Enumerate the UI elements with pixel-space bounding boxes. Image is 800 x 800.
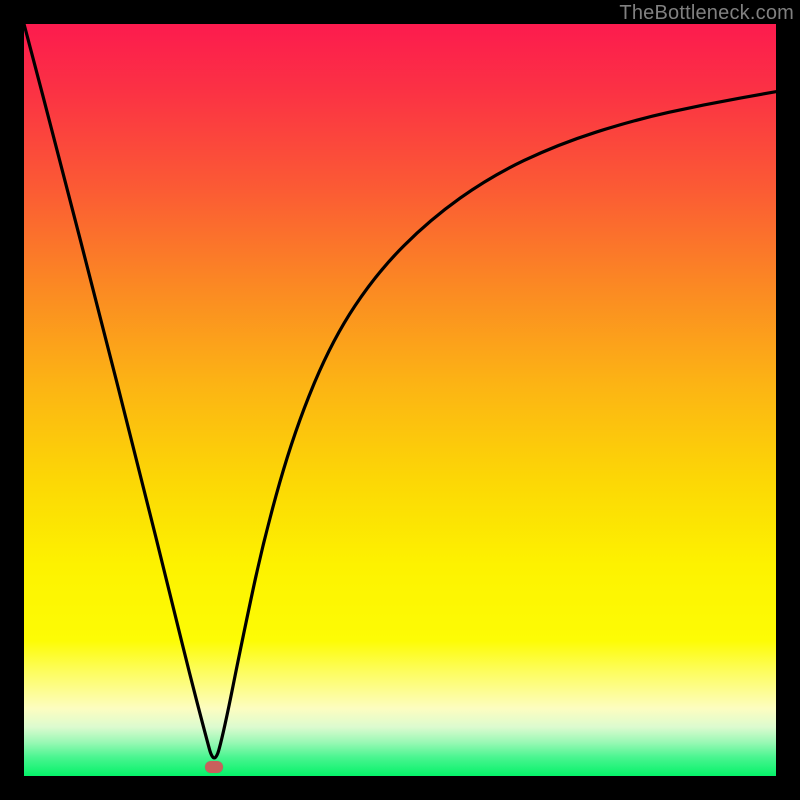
bottleneck-curve [24, 24, 776, 776]
plot-area [24, 24, 776, 776]
chart-frame: TheBottleneck.com [0, 0, 800, 800]
watermark-text: TheBottleneck.com [619, 2, 794, 25]
vertex-marker [205, 761, 223, 773]
